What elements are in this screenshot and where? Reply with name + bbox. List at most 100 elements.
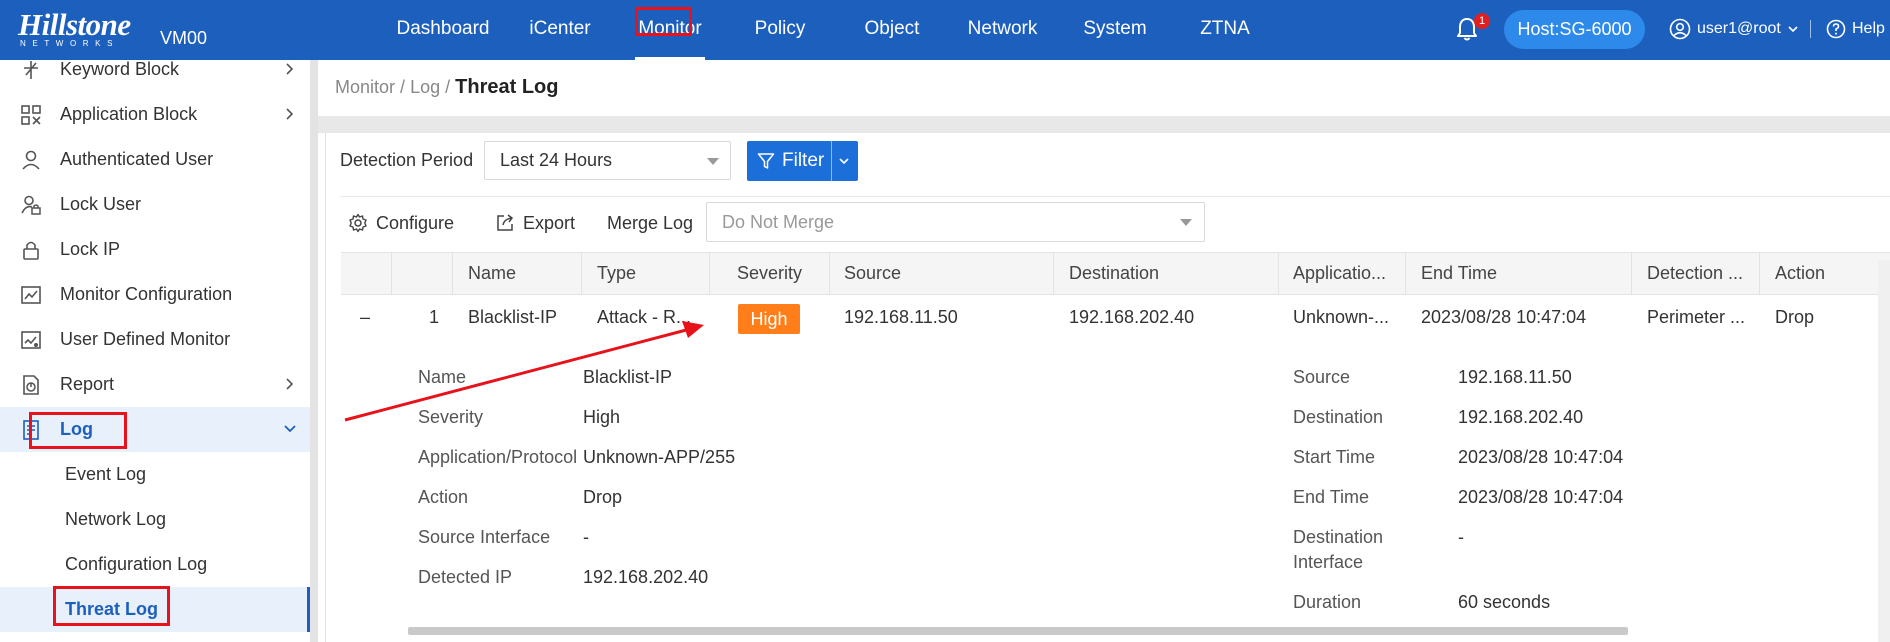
breadcrumb-separator: /: [445, 77, 456, 97]
filter-icon: [757, 153, 775, 169]
sidebar-item-threat-log[interactable]: Threat Log: [0, 587, 310, 632]
sidebar-item-label: Authenticated User: [60, 149, 214, 169]
detail-value-application: Unknown-APP/255: [583, 447, 736, 467]
cell-action: Drop: [1775, 307, 1815, 327]
breadcrumb-separator: /: [400, 77, 411, 97]
vertical-scrollbar-track[interactable]: [1878, 260, 1890, 642]
detail-value-destination: 192.168.202.40: [1458, 407, 1584, 427]
breadcrumb: Monitor / Log / Threat Log: [335, 76, 558, 99]
detail-value-start-time: 2023/08/28 10:47:04: [1458, 447, 1624, 467]
detail-key-destination-interface: Destination: [1293, 527, 1384, 547]
detail-key-destination-interface-line2: Interface: [1293, 552, 1364, 572]
detail-key-destination: Destination: [1293, 407, 1384, 427]
detail-value-name: Blacklist-IP: [583, 367, 673, 387]
sidebar: Keyword Block Application Block Authenti…: [0, 59, 310, 642]
column-header-destination[interactable]: Destination: [1069, 253, 1269, 294]
lock-user-icon: [21, 195, 41, 215]
cell-detection: Perimeter ...: [1647, 307, 1746, 327]
cell-end-time: 2023/08/28 10:47:04: [1421, 307, 1587, 327]
column-header-application[interactable]: Applicatio...: [1293, 253, 1413, 294]
notification-badge: 1: [1474, 13, 1490, 29]
keyword-icon: [24, 61, 38, 79]
configure-button[interactable]: Configure: [348, 210, 454, 236]
horizontal-scrollbar[interactable]: [408, 627, 1628, 635]
column-header-end-time[interactable]: End Time: [1421, 253, 1621, 294]
nav-policy[interactable]: Policy: [750, 0, 810, 60]
hillstone-logo[interactable]: Hillstone NETWORKS: [18, 8, 143, 49]
sidebar-item-configuration-log[interactable]: Configuration Log: [0, 542, 310, 587]
help-link[interactable]: Help: [1826, 16, 1885, 42]
table-header: Name Type Severity Source Destination Ap…: [341, 252, 1890, 295]
nav-system[interactable]: System: [1080, 0, 1150, 60]
detail-key-action: Action: [418, 487, 469, 507]
sidebar-item-event-log[interactable]: Event Log: [0, 452, 310, 497]
column-divider: [1631, 253, 1632, 294]
nav-icenter[interactable]: iCenter: [520, 0, 600, 60]
nav-monitor[interactable]: Monitor: [635, 0, 705, 60]
column-header-detection[interactable]: Detection ...: [1647, 253, 1757, 294]
cell-application: Unknown-...: [1293, 307, 1390, 327]
detection-period-label: Detection Period: [340, 150, 474, 170]
breadcrumb-monitor[interactable]: Monitor: [335, 77, 395, 97]
sidebar-item-log[interactable]: Log: [0, 407, 310, 452]
export-button[interactable]: Export: [495, 210, 575, 236]
sidebar-item-report[interactable]: Report: [0, 362, 310, 407]
user-menu[interactable]: user1@root: [1669, 16, 1799, 42]
column-header-action[interactable]: Action: [1775, 253, 1875, 294]
column-header-severity[interactable]: Severity: [737, 253, 827, 294]
chevron-down-icon[interactable]: [838, 155, 850, 167]
detection-period-select[interactable]: Last 24 Hours: [484, 141, 731, 180]
device-name: VM00: [160, 28, 208, 48]
detail-value-source: 192.168.11.50: [1458, 367, 1572, 387]
configure-label: Configure: [376, 212, 455, 233]
column-header-source[interactable]: Source: [844, 253, 1044, 294]
detail-key-severity: Severity: [418, 407, 484, 427]
cell-name: Blacklist-IP: [468, 307, 558, 327]
sidebar-item-user-defined-monitor[interactable]: User Defined Monitor: [0, 317, 310, 362]
sidebar-item-label: Lock IP: [60, 239, 121, 259]
column-divider: [829, 253, 830, 294]
detail-value-destination-interface: -: [1458, 527, 1464, 547]
host-selector[interactable]: Host:SG-6000: [1504, 10, 1645, 49]
breadcrumb-log[interactable]: Log: [410, 77, 440, 97]
detail-value-action: Drop: [583, 487, 623, 507]
chevron-right-icon: [286, 378, 294, 390]
filter-split-divider: [831, 141, 832, 181]
nav-object[interactable]: Object: [857, 0, 927, 60]
detail-key-name: Name: [418, 367, 467, 387]
chevron-right-icon: [286, 108, 294, 120]
filter-button[interactable]: Filter: [747, 141, 858, 181]
sidebar-item-label: Configuration Log: [65, 554, 208, 574]
sidebar-item-label: Threat Log: [65, 599, 158, 619]
merge-log-select[interactable]: Do Not Merge: [706, 202, 1205, 242]
severity-badge: High: [738, 304, 800, 334]
merge-log-value: Do Not Merge: [722, 212, 835, 232]
nav-dashboard[interactable]: Dashboard: [393, 0, 493, 60]
row-collapse-toggle[interactable]: –: [360, 307, 370, 328]
sidebar-item-authenticated-user[interactable]: Authenticated User: [0, 137, 310, 182]
column-divider: [1278, 253, 1279, 294]
log-icon: [23, 420, 39, 440]
sidebar-item-application-block[interactable]: Application Block: [0, 92, 310, 137]
export-icon: [497, 214, 514, 231]
chevron-down-icon: [284, 425, 296, 433]
nav-network[interactable]: Network: [965, 0, 1040, 60]
sidebar-item-label: User Defined Monitor: [60, 329, 231, 349]
sidebar-item-monitor-configuration[interactable]: Monitor Configuration: [0, 272, 310, 317]
detail-key-detected-ip: Detected IP: [418, 567, 513, 587]
caret-down-icon: [707, 158, 719, 165]
sidebar-item-lock-user[interactable]: Lock User: [0, 182, 310, 227]
user-icon: [22, 150, 40, 170]
row-index: 1: [429, 307, 440, 327]
user-name: user1@root: [1697, 20, 1781, 37]
nav-ztna[interactable]: ZTNA: [1195, 0, 1255, 60]
sidebar-item-label: Application Block: [60, 104, 198, 124]
sidebar-item-lock-ip[interactable]: Lock IP: [0, 227, 310, 272]
detail-value-detected-ip: 192.168.202.40: [583, 567, 709, 587]
toolbar-divider: [340, 196, 1890, 197]
sidebar-item-network-log[interactable]: Network Log: [0, 497, 310, 542]
column-header-name[interactable]: Name: [468, 253, 578, 294]
sidebar-item-keyword-block[interactable]: Keyword Block: [0, 47, 310, 92]
column-header-type[interactable]: Type: [597, 253, 707, 294]
sidebar-item-label: Network Log: [65, 509, 167, 529]
